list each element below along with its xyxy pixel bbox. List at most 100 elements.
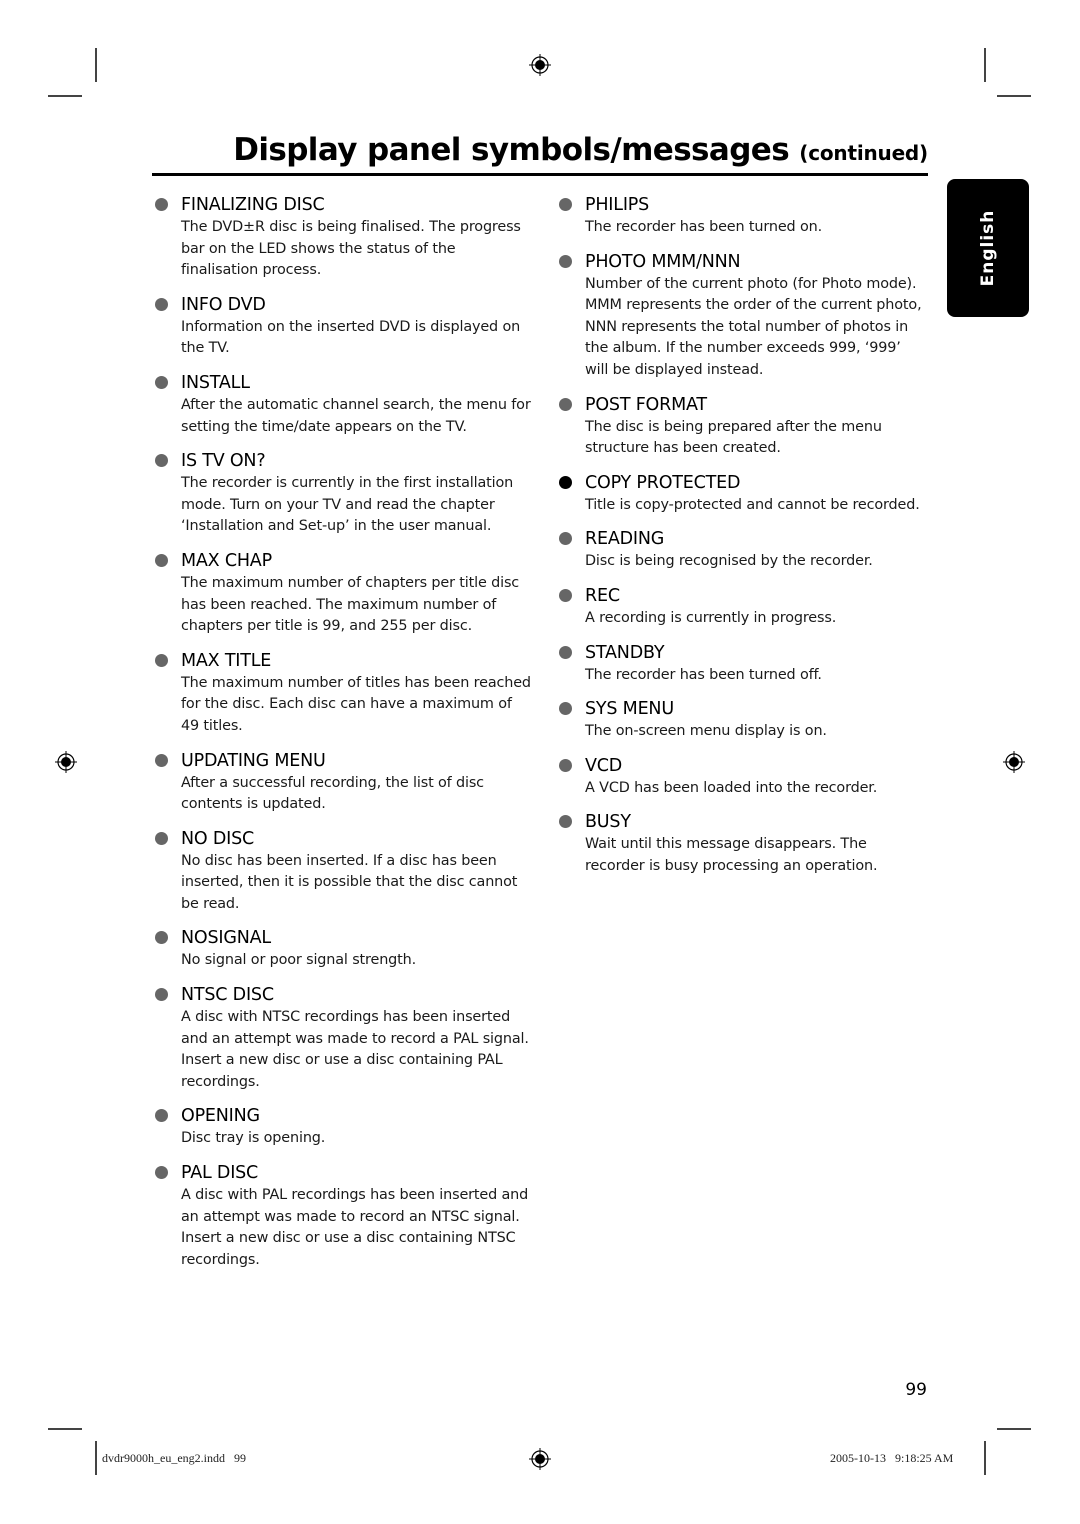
message-description: After the automatic channel search, the … xyxy=(181,396,531,435)
bullet-icon xyxy=(155,653,168,667)
message-title: NOSIGNAL xyxy=(181,928,271,949)
message-title: PAL DISC xyxy=(181,1163,259,1184)
message-description: The recorder is currently in the first i… xyxy=(181,475,514,535)
message-title: READING xyxy=(585,529,665,550)
message-entry: MAX CHAP The maximum number of chapters p… xyxy=(153,549,533,638)
message-description: A disc with NTSC recordings has been ins… xyxy=(181,1009,529,1090)
message-title: INSTALL xyxy=(181,372,250,393)
bullet-icon xyxy=(155,553,168,567)
message-description: Number of the current photo (for Photo m… xyxy=(585,275,922,378)
message-title: POST FORMAT xyxy=(585,394,707,415)
message-title: NTSC DISC xyxy=(181,985,274,1006)
page-number: 99 xyxy=(905,1380,927,1400)
message-entry: NO DISC No disc has been inserted. If a d… xyxy=(153,827,533,916)
print-timestamp: 2005-10-13 9:18:25 AM xyxy=(830,1451,954,1465)
bullet-icon xyxy=(155,831,168,845)
message-entry: FINALIZING DISC The DVD±R disc is being f… xyxy=(153,193,533,282)
message-entry: PAL DISC A disc with PAL recordings has b… xyxy=(153,1161,533,1271)
bullet-icon xyxy=(155,753,168,767)
message-entry: PHOTO MMM/NNN Number of the current photo… xyxy=(557,250,927,382)
message-title: MAX TITLE xyxy=(181,650,272,671)
bullet-icon xyxy=(559,397,572,411)
message-description: The maximum number of chapters per title… xyxy=(181,574,520,635)
bullet-icon xyxy=(559,645,572,659)
message-description: Wait until this message disappears. The … xyxy=(585,836,878,874)
message-entry: STANDBY The recorder has been turned off. xyxy=(557,641,927,687)
bullet-icon xyxy=(559,532,572,546)
left-column: FINALIZING DISC The DVD±R disc is being f… xyxy=(153,193,533,1282)
language-tab-label: English xyxy=(978,209,998,287)
language-tab: English xyxy=(947,179,1029,317)
message-entry: UPDATING MENU After a successful recordin… xyxy=(153,749,533,816)
message-description: After a successful recording, the list o… xyxy=(181,774,484,813)
message-title: OPENING xyxy=(181,1106,260,1127)
message-entry: MAX TITLE The maximum number of titles ha… xyxy=(153,649,533,738)
message-title: FINALIZING DISC xyxy=(181,195,325,215)
page-title-suffix: (continued) xyxy=(799,141,928,165)
bullet-icon xyxy=(559,475,572,489)
page-title-main: Display panel symbols/messages xyxy=(233,132,790,168)
registration-mark-icon xyxy=(1003,751,1025,773)
message-entry: INFO DVD Information on the inserted DVD … xyxy=(153,293,533,360)
message-entry: REC A recording is currently in progress. xyxy=(557,584,927,630)
message-description: The recorder has been turned on. xyxy=(585,219,823,235)
message-entry: NOSIGNAL No signal or poor signal strengt… xyxy=(153,926,533,972)
message-title: REC xyxy=(585,585,620,606)
message-entry: NTSC DISC A disc with NTSC recordings has… xyxy=(153,983,533,1093)
message-entry: VCD A VCD has been loaded into the record… xyxy=(557,754,927,800)
message-title: INFO DVD xyxy=(181,294,266,315)
message-entry: INSTALL After the automatic channel searc… xyxy=(153,371,533,438)
message-entry: BUSY Wait until this message disappears. … xyxy=(557,810,927,877)
message-description: No disc has been inserted. If a disc has… xyxy=(181,852,518,912)
crop-mark-bottom-left-horizontal xyxy=(48,1428,82,1430)
message-description: The on-screen menu display is on. xyxy=(585,723,827,740)
message-title: SYS MENU xyxy=(585,699,674,720)
message-title: MAX CHAP xyxy=(181,550,272,571)
message-entry: OPENING Disc tray is opening. xyxy=(153,1104,533,1150)
right-column: PHILIPS The recorder has been turned on. P… xyxy=(557,193,927,889)
bullet-icon xyxy=(155,931,168,945)
message-entry: PHILIPS The recorder has been turned on. xyxy=(557,193,927,239)
crop-mark-top-right-vertical xyxy=(984,48,986,82)
message-entry: READING Disc is being recognised by the r… xyxy=(557,527,927,573)
message-entry: POST FORMAT The disc is being prepared af… xyxy=(557,393,927,460)
message-description: The disc is being prepared after the men… xyxy=(585,418,882,457)
message-description: The recorder has been turned off. xyxy=(585,666,822,683)
bullet-icon xyxy=(155,375,168,389)
bullet-icon xyxy=(559,702,572,716)
crop-mark-bottom-right-horizontal xyxy=(997,1428,1031,1430)
message-entry: SYS MENU The on-screen menu display is on… xyxy=(557,697,927,743)
crop-mark-bottom-right-vertical xyxy=(984,1441,986,1475)
bullet-icon xyxy=(155,1166,168,1180)
crop-mark-top-right-horizontal xyxy=(997,95,1031,97)
bullet-icon xyxy=(155,988,168,1002)
message-title: IS TV ON? xyxy=(181,451,266,472)
message-description: A VCD has been loaded into the recorder. xyxy=(585,779,878,796)
message-description: The DVD±R disc is being finalised. The p… xyxy=(181,219,521,279)
message-description: A recording is currently in progress. xyxy=(585,609,837,626)
message-description: A disc with PAL recordings has been inse… xyxy=(181,1187,529,1268)
crop-mark-bottom-left-vertical xyxy=(95,1441,97,1475)
bullet-icon xyxy=(155,297,168,311)
bullet-icon xyxy=(559,588,572,602)
message-title: NO DISC xyxy=(181,828,254,849)
message-entry: IS TV ON? The recorder is currently in th… xyxy=(153,449,533,538)
bullet-icon xyxy=(559,198,572,211)
bullet-icon xyxy=(559,254,572,268)
message-title: BUSY xyxy=(585,812,631,833)
bullet-icon xyxy=(155,1109,168,1123)
registration-mark-icon xyxy=(529,1448,551,1470)
message-title: COPY PROTECTED xyxy=(585,472,741,493)
bullet-icon xyxy=(155,454,168,468)
message-title: PHILIPS xyxy=(585,195,650,215)
message-description: Information on the inserted DVD is displ… xyxy=(181,318,521,357)
bullet-icon xyxy=(559,758,572,772)
registration-mark-icon xyxy=(529,54,551,76)
crop-mark-top-left-vertical xyxy=(95,48,97,82)
bullet-icon xyxy=(559,815,572,829)
message-description: Title is copy-protected and cannot be re… xyxy=(585,496,920,513)
message-title: VCD xyxy=(585,755,623,776)
message-description: Disc tray is opening. xyxy=(181,1130,326,1147)
file-slug: dvdr9000h_eu_eng2.indd 99 xyxy=(102,1451,246,1465)
message-description: The maximum number of titles has been re… xyxy=(181,674,531,734)
